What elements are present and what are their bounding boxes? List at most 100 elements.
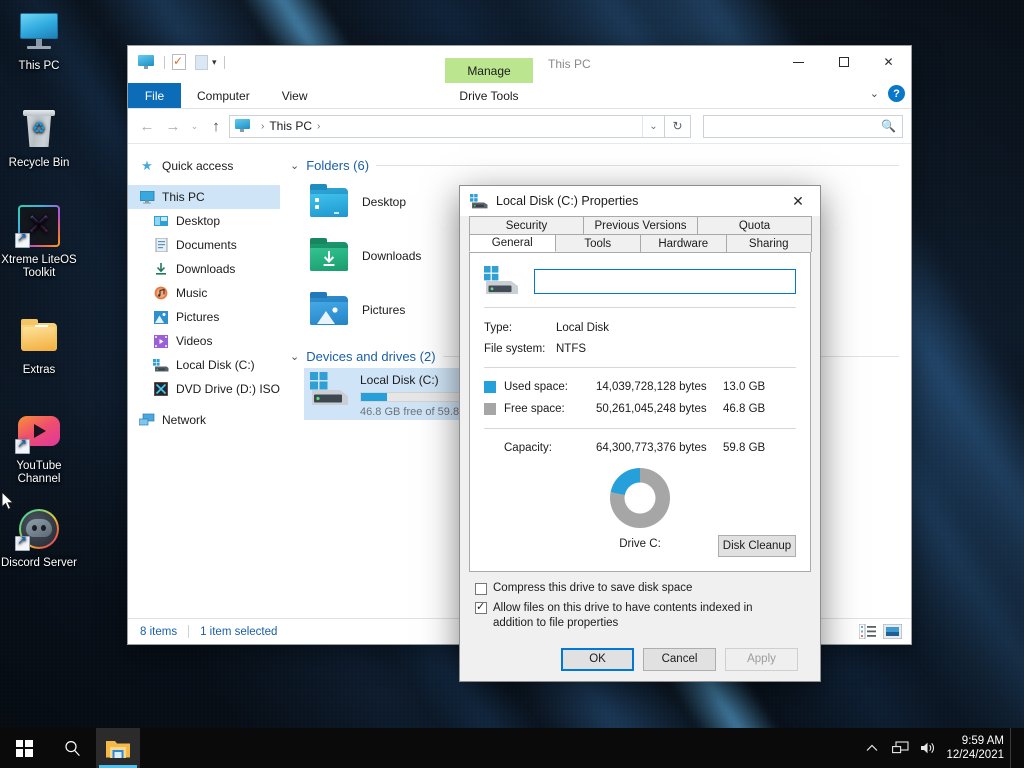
desktop-icon-xtreme-liteos-toolkit[interactable]: ✕ Xtreme LiteOS Toolkit [0,202,78,280]
properties-dialog[interactable]: Local Disk (C:) Properties ✕ Security Pr… [459,185,821,682]
address-bar[interactable]: › This PC › ⌄ [229,114,665,138]
new-folder-icon[interactable] [195,54,208,70]
desktop-icon-discord-server[interactable]: Discord Server [0,505,78,570]
tab-view[interactable]: View [266,83,324,108]
sidebar-item-quick-access[interactable]: ★ Quick access [128,154,280,178]
tab-general[interactable]: General [469,234,556,252]
quick-access-toolbar[interactable]: ✓ ▾ [138,54,232,70]
dialog-buttons[interactable]: OK Cancel Apply [460,637,820,681]
network-tray-icon[interactable] [886,728,914,768]
drive-icon [484,266,520,296]
back-button[interactable]: ← [134,113,160,139]
chevron-down-icon[interactable]: ⌄ [290,159,299,172]
checkbox-row-compress[interactable]: Compress this drive to save disk space [475,582,805,595]
sidebar-item-music[interactable]: Music [128,281,280,305]
drive-tile-local-disk-c[interactable]: Local Disk (C:) 46.8 GB free of 59.8 [304,368,480,420]
taskbar-app-file-explorer[interactable] [96,728,140,768]
chevron-down-icon[interactable]: ⌄ [870,87,879,100]
tab-quota[interactable]: Quota [697,216,812,234]
tab-hardware[interactable]: Hardware [640,234,727,252]
sidebar-item-videos[interactable]: Videos [128,329,280,353]
tab-drive-tools[interactable]: Drive Tools [445,83,533,108]
navigation-pane[interactable]: ★ Quick access This PC Desktop Documents… [128,144,280,618]
group-header-folders[interactable]: ⌄ Folders (6) [290,158,911,173]
show-desktop-button[interactable] [1010,728,1016,768]
donut-hole [624,482,656,514]
address-dropdown-button[interactable]: ⌄ [642,115,664,137]
folder-tile-downloads[interactable]: Downloads [308,229,463,283]
tab-tools[interactable]: Tools [554,234,641,252]
close-icon[interactable]: ✕ [776,186,820,216]
volume-label-input[interactable] [534,268,796,294]
discord-icon [15,505,63,553]
refresh-button[interactable]: ↻ [665,114,691,138]
tab-computer[interactable]: Computer [181,83,266,108]
taskbar[interactable]: 9:59 AM 12/24/2021 [0,728,1024,768]
ok-button[interactable]: OK [561,647,634,671]
tab-previous-versions[interactable]: Previous Versions [583,216,698,234]
window-controls[interactable]: ✕ [776,46,911,78]
sidebar-item-dvd-drive-d[interactable]: DVD Drive (D:) ISO_\ [128,377,280,401]
sidebar-item-documents[interactable]: Documents [128,233,280,257]
desktop[interactable]: This PC ♻ Recycle Bin ✕ Xtreme LiteOS To… [0,0,1024,768]
minimize-button[interactable] [776,46,821,78]
folder-tile-desktop[interactable]: Desktop [308,175,463,229]
divider [188,625,190,638]
sidebar-item-desktop[interactable]: Desktop [128,209,280,233]
address-bar-row[interactable]: ← → ⌄ ↑ › This PC › ⌄ ↻ 🔍 [128,109,911,143]
desktop-icon-extras[interactable]: Extras [0,312,78,377]
maximize-button[interactable] [821,46,866,78]
desktop-icon-recycle-bin[interactable]: ♻ Recycle Bin [0,105,78,170]
start-button[interactable] [0,728,48,768]
compress-checkbox[interactable] [475,583,487,595]
system-tray[interactable]: 9:59 AM 12/24/2021 [858,728,1024,768]
details-view-icon[interactable] [858,623,876,640]
view-buttons[interactable] [858,623,905,640]
clock[interactable]: 9:59 AM 12/24/2021 [942,734,1010,762]
help-icon[interactable]: ? [888,85,905,102]
disk-cleanup-button[interactable]: Disk Cleanup [718,535,796,557]
desktop-icon-youtube-channel[interactable]: YouTube Channel [0,408,78,486]
cancel-button[interactable]: Cancel [643,647,716,671]
properties-icon[interactable]: ✓ [172,54,186,70]
show-hidden-icons-button[interactable] [858,728,886,768]
up-button[interactable]: ↑ [203,113,229,139]
checkbox-row-index[interactable]: Allow files on this drive to have conten… [475,600,787,631]
volume-tray-icon[interactable] [914,728,942,768]
desktop-icon-label: YouTube Channel [16,460,62,485]
tab-sharing[interactable]: Sharing [725,234,812,252]
chevron-down-icon[interactable]: ⌄ [290,350,299,363]
index-checkbox[interactable] [475,600,487,615]
tab-security[interactable]: Security [469,216,584,234]
sidebar-item-this-pc[interactable]: This PC [128,185,280,209]
sidebar-item-downloads[interactable]: Downloads [128,257,280,281]
ribbon-tabs[interactable]: File Computer View Manage Drive Tools ⌄ … [128,58,911,108]
breadcrumb-separator[interactable]: › [317,121,320,132]
dialog-title-bar[interactable]: Local Disk (C:) Properties ✕ [460,186,820,216]
folder-desktop-icon [308,184,350,220]
search-box[interactable]: 🔍 [703,114,903,138]
sidebar-item-network[interactable]: Network [128,408,280,432]
sidebar-item-local-disk-c[interactable]: Local Disk (C:) [128,353,280,377]
dialog-tabs-row-bottom[interactable]: General Tools Hardware Sharing [469,234,812,252]
close-button[interactable]: ✕ [866,46,911,78]
large-icons-view-icon[interactable] [882,623,903,640]
group-title: Folders (6) [306,158,370,173]
forward-button[interactable]: → [160,113,186,139]
breadcrumb-this-pc[interactable]: This PC [269,119,312,133]
search-icon[interactable]: 🔍 [881,119,896,133]
tab-file[interactable]: File [128,83,181,108]
desktop-icon-this-pc[interactable]: This PC [0,8,78,73]
chevron-up-icon [867,744,878,751]
folder-tile-pictures[interactable]: Pictures [308,283,463,337]
sidebar-item-pictures[interactable]: Pictures [128,305,280,329]
ribbon-right-controls[interactable]: ⌄ ? [870,85,905,102]
recent-locations-button[interactable]: ⌄ [186,113,203,139]
search-button[interactable] [48,728,96,768]
dialog-tabs-row-top[interactable]: Security Previous Versions Quota [469,216,812,234]
chevron-down-icon[interactable]: ▾ [212,57,217,68]
info-key: File system: [484,342,546,355]
search-input[interactable] [710,120,896,132]
drive-tools-contextual-group[interactable]: Manage Drive Tools [445,58,533,108]
dialog-tabs[interactable]: Security Previous Versions Quota General… [460,216,820,252]
